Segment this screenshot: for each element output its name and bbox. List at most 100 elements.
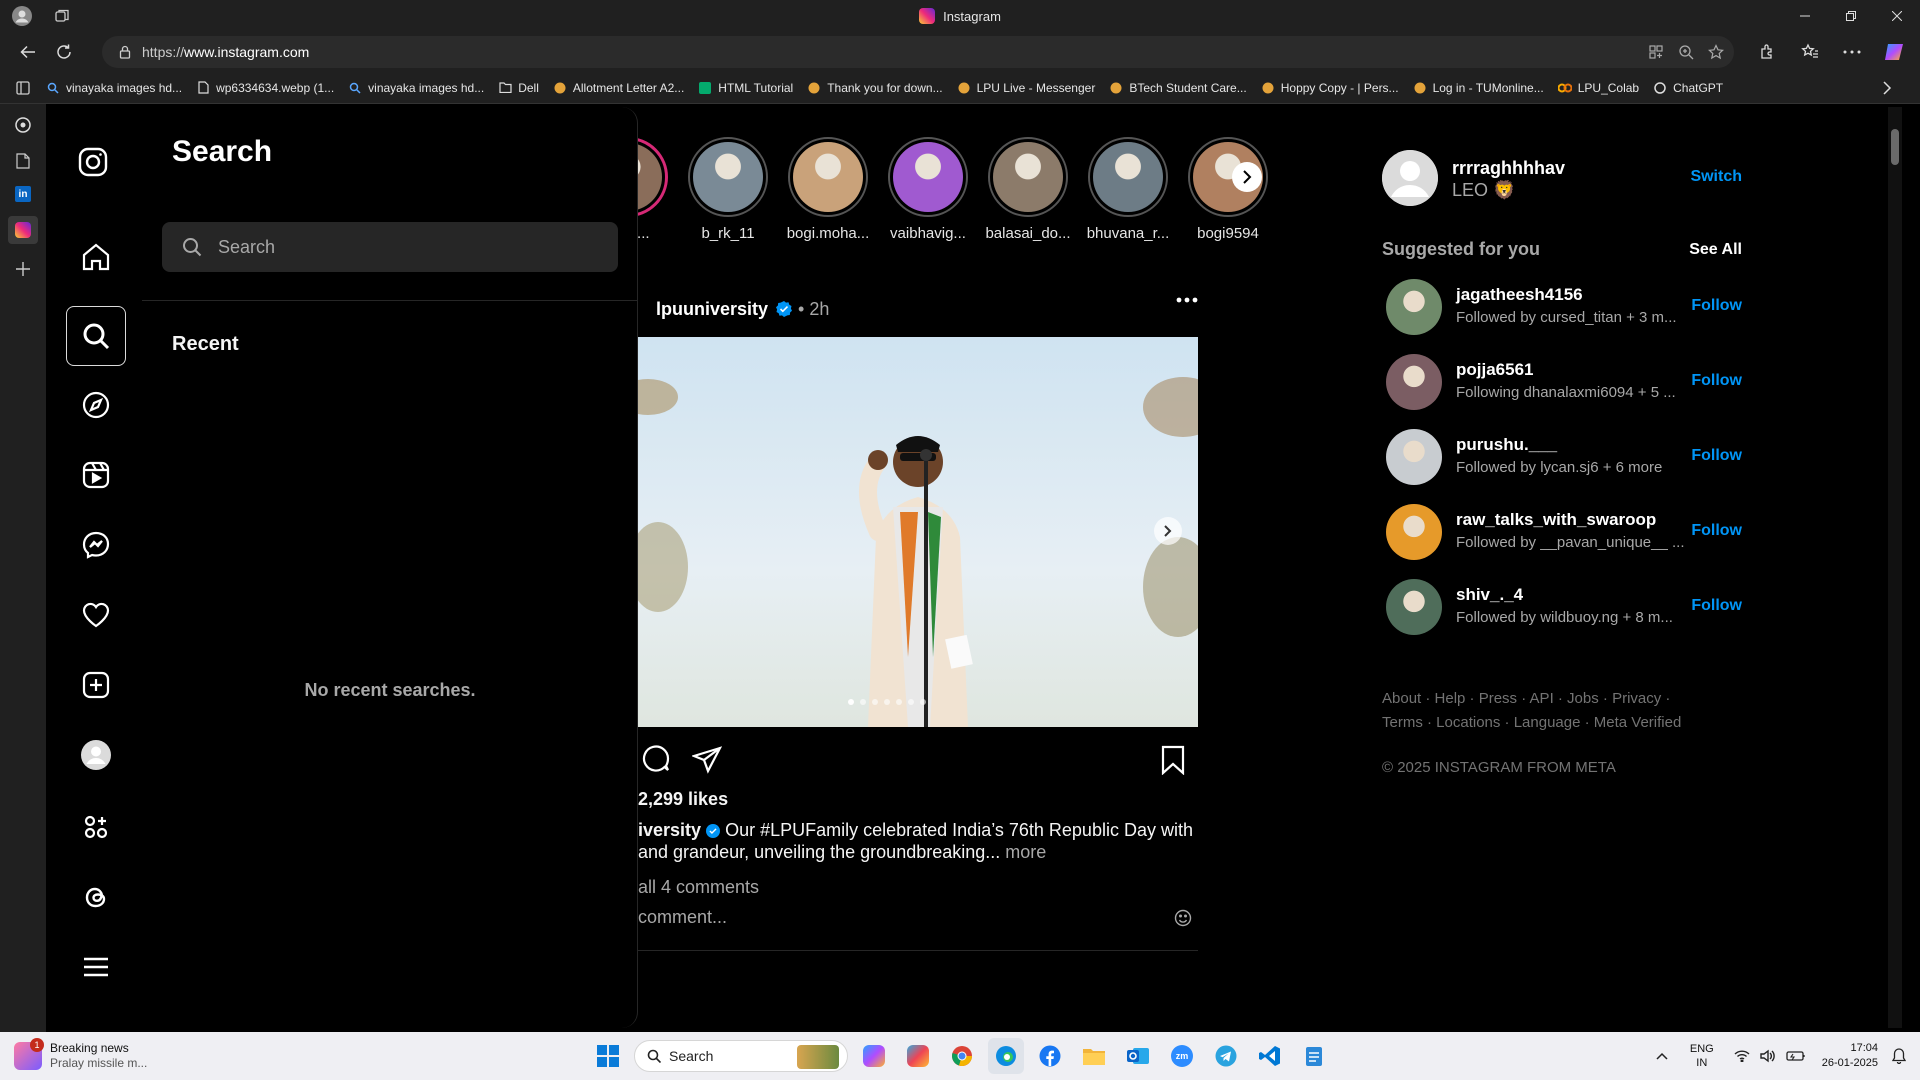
post-username[interactable]: lpuuniversity [656,299,768,320]
bookmark-item[interactable]: wp6334634.webp (1... [196,81,334,95]
caption-username[interactable]: iversity [638,820,701,840]
notepad-app-icon[interactable] [1296,1038,1332,1074]
reels-icon[interactable] [66,445,126,505]
profile-icon[interactable] [66,725,126,785]
suggestion-avatar[interactable] [1386,504,1442,560]
emoji-icon[interactable] [1174,909,1192,927]
page-scrollbar[interactable] [1888,107,1902,1028]
profile-avatar-icon[interactable] [11,5,33,27]
refresh-icon[interactable] [46,36,82,68]
workspaces-icon[interactable] [51,5,73,27]
caption-more-link[interactable]: more [1005,842,1046,862]
battery-icon[interactable] [1786,1050,1806,1062]
url-text[interactable]: https://www.instagram.com [142,44,309,60]
view-comments-link[interactable]: all 4 comments [638,877,759,898]
close-icon[interactable] [1874,0,1920,32]
suggestion-avatar[interactable] [1386,429,1442,485]
vscode-app-icon[interactable] [1252,1038,1288,1074]
app-install-icon[interactable] [1648,44,1664,60]
story-item[interactable]: vaibhavig... [878,137,978,257]
explore-icon[interactable] [66,375,126,435]
comment-icon[interactable] [642,745,672,775]
zoom-icon[interactable] [1678,44,1694,60]
suggestion-username[interactable]: purushu.___ [1456,435,1557,455]
minimize-icon[interactable] [1782,0,1828,32]
notifications-heart-icon[interactable] [66,585,126,645]
follow-button[interactable]: Follow [1691,597,1742,615]
post-likes[interactable]: 2,299 likes [638,789,728,810]
taskbar-search[interactable]: Search [634,1040,848,1072]
follow-button[interactable]: Follow [1691,447,1742,465]
instagram-sidebar-icon[interactable] [8,216,38,244]
suggestion-username[interactable]: pojja6561 [1456,360,1534,380]
more-menu-icon[interactable] [66,937,126,997]
bookmark-item[interactable]: HTML Tutorial [698,81,793,95]
chatgpt-sidebar-icon[interactable] [12,114,34,136]
edge-app-icon[interactable] [988,1038,1024,1074]
search-input[interactable] [218,236,598,258]
m365-app-icon[interactable] [900,1038,936,1074]
footer-links[interactable]: About · Help · Press · API · Jobs · Priv… [1382,687,1712,735]
story-item[interactable]: bogi9594 [1178,137,1278,257]
wifi-icon[interactable] [1734,1050,1750,1062]
favorite-star-icon[interactable] [1708,44,1724,60]
story-item[interactable]: bogi.moha... [778,137,878,257]
story-item[interactable]: balasai_do... [978,137,1078,257]
zoom-app-icon[interactable]: zm [1164,1038,1200,1074]
lock-icon[interactable] [118,45,132,59]
bookmark-item[interactable]: Log in - TUMonline... [1413,81,1544,95]
bookmark-item[interactable]: Dell [498,81,539,95]
news-widget[interactable]: 1 Breaking news Pralay missile m... [14,1038,147,1074]
notifications-bell-icon[interactable] [1892,1048,1906,1064]
instagram-logo-icon[interactable] [78,147,108,177]
suggestion-avatar[interactable] [1386,279,1442,335]
stories-next-button[interactable] [1232,162,1262,192]
copilot-icon[interactable] [1876,36,1912,68]
bookmark-item[interactable]: ChatGPT [1653,81,1723,95]
facebook-app-icon[interactable] [1032,1038,1068,1074]
add-sidebar-icon[interactable] [12,258,34,280]
see-all-link[interactable]: See All [1689,241,1742,259]
carousel-next-button[interactable] [1154,517,1182,545]
bookmark-item[interactable]: Hoppy Copy - | Pers... [1261,81,1399,95]
scrollbar-thumb[interactable] [1891,129,1899,165]
add-comment-field[interactable]: comment... [638,907,1198,931]
bookmark-item[interactable]: Allotment Letter A2... [553,81,684,95]
follow-button[interactable]: Follow [1691,522,1742,540]
story-item[interactable]: bhuvana_r... [1078,137,1178,257]
suggestion-avatar[interactable] [1386,354,1442,410]
address-bar[interactable]: https://www.instagram.com [102,36,1734,68]
favorites-icon[interactable] [1792,36,1828,68]
switch-button[interactable]: Switch [1690,168,1742,186]
bookmark-item[interactable]: vinayaka images hd... [348,81,484,95]
copilot-app-icon[interactable] [856,1038,892,1074]
suggestion-username[interactable]: shiv_._4 [1456,585,1523,605]
bookmark-item[interactable]: LPU_Colab [1557,81,1639,95]
create-icon[interactable] [66,655,126,715]
post-image[interactable] [638,337,1198,727]
share-icon[interactable] [692,745,722,775]
story-item[interactable]: b_rk_11 [678,137,778,257]
language-indicator[interactable]: ENG IN [1690,1042,1714,1070]
clock[interactable]: 17:04 26-01-2025 [1822,1041,1878,1071]
back-icon[interactable] [10,36,46,68]
follow-button[interactable]: Follow [1691,297,1742,315]
bookmark-item[interactable]: vinayaka images hd... [46,81,182,95]
save-bookmark-icon[interactable] [1160,745,1186,775]
current-user-avatar[interactable] [1382,150,1438,206]
linkedin-sidebar-icon[interactable]: in [15,186,31,202]
more-options-icon[interactable] [1834,36,1870,68]
search-field[interactable] [162,222,618,272]
suggestion-username[interactable]: raw_talks_with_swaroop [1456,510,1656,530]
bookmark-item[interactable]: LPU Live - Messenger [957,81,1095,95]
tab-actions-icon[interactable] [0,80,46,96]
start-windows-icon[interactable] [590,1038,626,1074]
suggestion-avatar[interactable] [1386,579,1442,635]
suggestion-username[interactable]: jagatheesh4156 [1456,285,1583,305]
outlook-app-icon[interactable] [1120,1038,1156,1074]
volume-icon[interactable] [1760,1049,1776,1063]
home-icon[interactable] [66,227,126,287]
extensions-icon[interactable] [1750,36,1786,68]
file-explorer-icon[interactable] [1076,1038,1112,1074]
tray-chevron-up-icon[interactable] [1656,1052,1668,1060]
